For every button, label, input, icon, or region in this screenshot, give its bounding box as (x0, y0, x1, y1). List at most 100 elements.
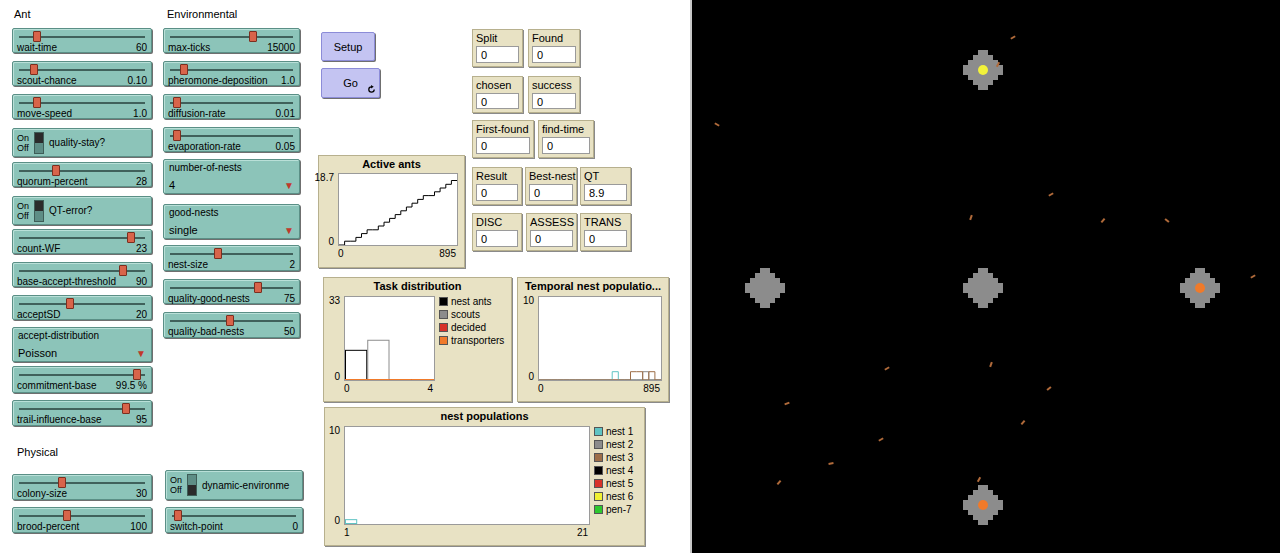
slider-track[interactable] (168, 130, 295, 141)
slider-track[interactable] (17, 64, 147, 75)
slider-handle[interactable] (214, 248, 222, 259)
slider-value: 99.5 % (116, 380, 147, 391)
slider-handle[interactable] (66, 298, 74, 309)
slider-handle[interactable] (33, 97, 41, 108)
slider-track[interactable] (17, 403, 147, 414)
slider-track[interactable] (17, 165, 147, 176)
dropdown-icon[interactable]: ▼ (136, 348, 146, 359)
setup-button[interactable]: Setup (321, 32, 375, 61)
histogram-bar (412, 379, 433, 380)
x-max-label: 895 (643, 383, 660, 394)
slider[interactable]: count-WF23 (12, 229, 152, 254)
switch-states: OnOff (170, 475, 182, 495)
switch[interactable]: OnOffquality-stay? (12, 128, 152, 157)
slider[interactable]: commitment-base99.5 % (12, 366, 152, 393)
slider-track[interactable] (168, 31, 295, 42)
slider-handle[interactable] (30, 64, 38, 75)
slider-handle[interactable] (133, 369, 141, 380)
slider[interactable]: quorum-percent28 (12, 162, 152, 187)
slider[interactable]: trail-influence-base95 (12, 400, 152, 426)
slider-track[interactable] (17, 97, 147, 108)
chooser-row[interactable]: single ▼ (169, 224, 294, 236)
slider-track[interactable] (168, 282, 295, 293)
button-label[interactable]: Go (343, 77, 358, 89)
slider-track[interactable] (170, 510, 298, 521)
plot-legend: nest antsscoutsdecidedtransporters (439, 296, 504, 346)
section-label: Physical (17, 446, 58, 458)
slider-track[interactable] (168, 315, 295, 326)
chooser-value[interactable]: 4 (169, 179, 175, 191)
slider-label: nest-size (168, 259, 208, 270)
slider-track[interactable] (168, 97, 295, 108)
nest-shape (745, 268, 785, 308)
slider[interactable]: move-speed1.0 (12, 94, 152, 119)
go-button[interactable]: Go (321, 68, 380, 98)
switch[interactable]: OnOffQT-error? (12, 196, 152, 225)
slider[interactable]: wait-time60 (12, 28, 152, 53)
slider-track[interactable] (17, 298, 147, 309)
slider[interactable]: switch-point0 (165, 507, 303, 533)
monitor-value: 0 (476, 93, 519, 109)
slider-track[interactable] (17, 232, 147, 243)
slider[interactable]: quality-bad-nests50 (163, 312, 300, 338)
slider-handle[interactable] (173, 130, 181, 141)
slider-track[interactable] (17, 510, 147, 521)
chooser[interactable]: good-nestssingle▼ (163, 204, 300, 239)
slider-track[interactable] (17, 265, 147, 276)
slider[interactable]: diffusion-rate0.01 (163, 94, 300, 119)
switch[interactable]: OnOff dynamic-environme (165, 470, 303, 500)
chooser-row[interactable]: 4▼ (169, 179, 294, 191)
slider-track[interactable] (17, 369, 147, 380)
slider-handle[interactable] (254, 282, 262, 293)
slider[interactable]: evaporation-rate0.05 (163, 127, 300, 152)
slider-handle[interactable] (180, 64, 188, 75)
dropdown-icon[interactable]: ▼ (284, 225, 294, 236)
x-max-label: 4 (427, 383, 433, 394)
slider-handle[interactable] (63, 510, 71, 521)
slider[interactable]: scout-chance0.10 (12, 61, 152, 86)
button-label[interactable]: Setup (334, 41, 363, 53)
switch-toggle[interactable] (34, 200, 44, 222)
slider-track[interactable] (168, 64, 295, 75)
slider[interactable]: pheromone-deposition1.0 (163, 61, 300, 86)
chooser-value[interactable]: Poisson (18, 347, 57, 359)
slider-track[interactable] (168, 248, 295, 259)
slider-handle[interactable] (122, 403, 130, 414)
slider-handle[interactable] (33, 31, 41, 42)
slider[interactable]: base-accept-threshold90 (12, 262, 152, 287)
slider-track[interactable] (17, 477, 147, 488)
slider-handle[interactable] (119, 265, 127, 276)
slider[interactable]: brood-percent100 (12, 507, 152, 533)
slider[interactable]: acceptSD20 (12, 295, 152, 320)
chooser[interactable]: number-of-nests4▼ (163, 159, 300, 194)
chooser[interactable]: accept-distributionPoisson▼ (12, 327, 152, 362)
switch-toggle[interactable] (187, 474, 197, 496)
slider-handle[interactable] (52, 165, 60, 176)
legend-label: scouts (451, 309, 480, 320)
slider[interactable]: colony-size30 (12, 474, 152, 500)
slider-handle[interactable] (226, 315, 234, 326)
slider[interactable]: nest-size2 (163, 245, 300, 271)
legend-swatch (439, 323, 448, 332)
slider-handle[interactable] (174, 510, 182, 521)
switch-label: dynamic-environme (202, 480, 289, 491)
slider-handle[interactable] (249, 31, 257, 42)
slider-handle[interactable] (173, 97, 181, 108)
slider[interactable]: max-ticks15000 (163, 28, 300, 53)
switch-lever[interactable] (188, 485, 196, 495)
slider-track[interactable] (17, 31, 147, 42)
monitor-value: 0 (542, 137, 590, 154)
switch-lever[interactable] (35, 201, 43, 211)
ant (1046, 386, 1051, 391)
chooser-row[interactable]: Poisson ▼ (18, 347, 146, 359)
chooser-value[interactable]: single (169, 224, 198, 236)
slider[interactable]: quality-good-nests75 (163, 279, 300, 304)
switch-toggle[interactable] (34, 132, 44, 154)
slider-label: brood-percent (17, 521, 79, 532)
dropdown-icon[interactable]: ▼ (284, 180, 294, 191)
slider-handle[interactable] (127, 232, 135, 243)
switch-lever[interactable] (35, 133, 43, 143)
slider-handle[interactable] (58, 477, 66, 488)
slider-text: quality-good-nests75 (168, 293, 295, 304)
chooser-label: number-of-nests (169, 162, 294, 173)
